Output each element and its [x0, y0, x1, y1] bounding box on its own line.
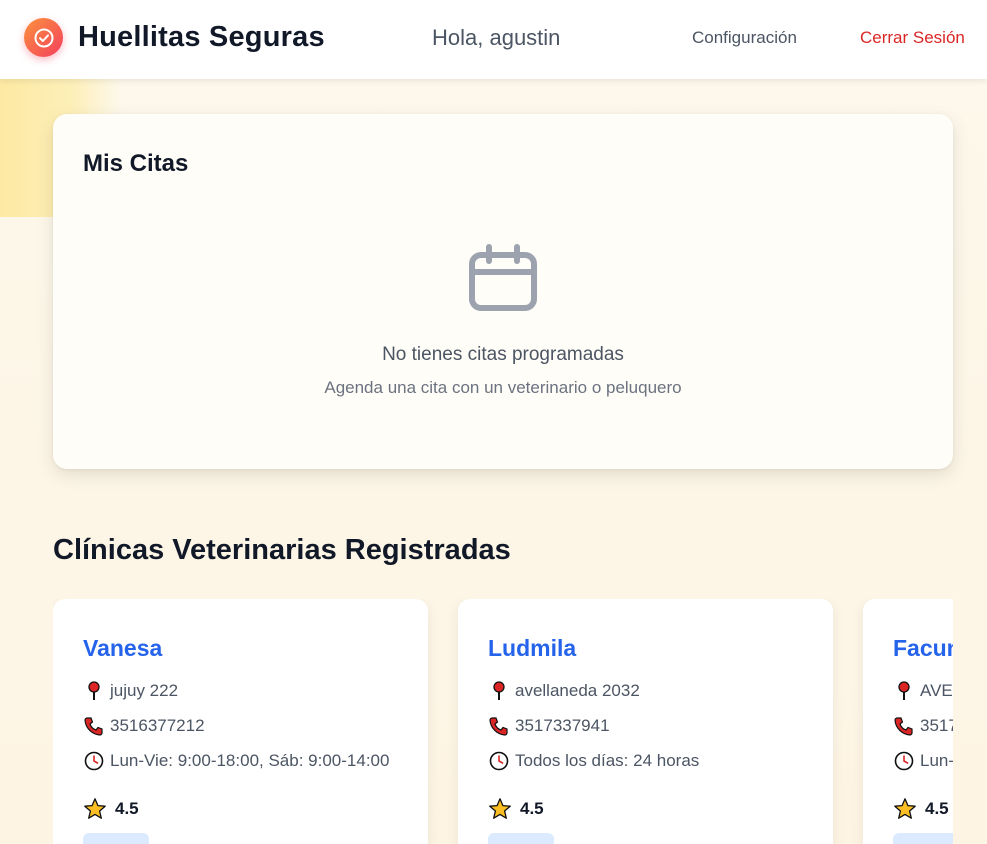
clinic-hours: Lun-: [920, 751, 953, 770]
logout-link[interactable]: Cerrar Sesión: [860, 28, 965, 48]
clinic-hours: Lun-Vie: 9:00-18:00, Sáb: 9:00-14:00: [110, 751, 390, 770]
clinic-rating-value: 4.5: [520, 799, 544, 818]
clinic-hours-row: Lun-: [893, 750, 953, 772]
clinic-name[interactable]: Ludmila: [488, 635, 576, 662]
appointments-card: Mis Citas No tienes citas programadas Ag…: [53, 114, 953, 469]
star-icon: [893, 797, 917, 821]
clinic-rating: 4.5: [83, 797, 139, 821]
clinic-phone-row: 3516377212: [83, 715, 205, 737]
brand-title[interactable]: Huellitas Seguras: [78, 21, 325, 54]
clinic-phone: 3516377212: [110, 716, 205, 735]
clock-icon: [893, 750, 915, 772]
clinics-section-title: Clínicas Veterinarias Registradas: [53, 534, 511, 566]
clinic-phone-row: 3517: [893, 715, 953, 737]
clinic-name[interactable]: Facun: [893, 635, 953, 662]
clock-icon: [83, 750, 105, 772]
clinic-action-button[interactable]: [488, 833, 554, 844]
user-greeting: Hola, agustin: [432, 25, 561, 50]
clinic-hours: Todos los días: 24 horas: [515, 751, 700, 770]
clinic-card[interactable]: Facun AVEN 3517 Lun- 4.5: [863, 599, 953, 844]
clock-icon: [488, 750, 510, 772]
clinics-carousel: Vanesa jujuy 222 3516377212 Lun-Vie: 9:0…: [53, 599, 953, 844]
clinic-action-button[interactable]: [893, 833, 953, 844]
top-navbar: Huellitas Seguras Hola, agustin Configur…: [0, 0, 987, 79]
clinic-phone: 3517: [920, 716, 953, 735]
telephone-receiver-icon: [488, 715, 510, 737]
clinic-rating: 4.5: [488, 797, 544, 821]
clinic-action-button[interactable]: [83, 833, 149, 844]
star-icon: [488, 797, 512, 821]
clinic-card[interactable]: Vanesa jujuy 222 3516377212 Lun-Vie: 9:0…: [53, 599, 428, 844]
clinic-card[interactable]: Ludmila avellaneda 2032 3517337941 Todos…: [458, 599, 833, 844]
clinic-hours-row: Lun-Vie: 9:00-18:00, Sáb: 9:00-14:00: [83, 750, 389, 772]
empty-state-title: No tienes citas programadas: [382, 344, 624, 365]
calendar-icon: [469, 244, 537, 317]
clinic-address-row: AVEN: [893, 680, 953, 702]
settings-link[interactable]: Configuración: [692, 28, 797, 48]
clinic-rating: 4.5: [893, 797, 949, 821]
clinic-phone-row: 3517337941: [488, 715, 610, 737]
telephone-receiver-icon: [893, 715, 915, 737]
clinic-phone: 3517337941: [515, 716, 610, 735]
clinic-name[interactable]: Vanesa: [83, 635, 162, 662]
clinic-rating-value: 4.5: [925, 799, 949, 818]
round-pushpin-icon: [488, 680, 510, 702]
clinic-address: jujuy 222: [110, 681, 179, 700]
clinic-address: AVEN: [920, 681, 953, 700]
clinic-address: avellaneda 2032: [515, 681, 640, 700]
star-icon: [83, 797, 107, 821]
telephone-receiver-icon: [83, 715, 105, 737]
clinic-address-row: jujuy 222: [83, 680, 178, 702]
appointments-title: Mis Citas: [83, 150, 189, 177]
round-pushpin-icon: [83, 680, 105, 702]
clinic-rating-value: 4.5: [115, 799, 139, 818]
logo-check-icon[interactable]: [24, 18, 63, 57]
empty-state-subtitle: Agenda una cita con un veterinario o pel…: [324, 378, 682, 397]
round-pushpin-icon: [893, 680, 915, 702]
clinic-hours-row: Todos los días: 24 horas: [488, 750, 699, 772]
clinic-address-row: avellaneda 2032: [488, 680, 640, 702]
